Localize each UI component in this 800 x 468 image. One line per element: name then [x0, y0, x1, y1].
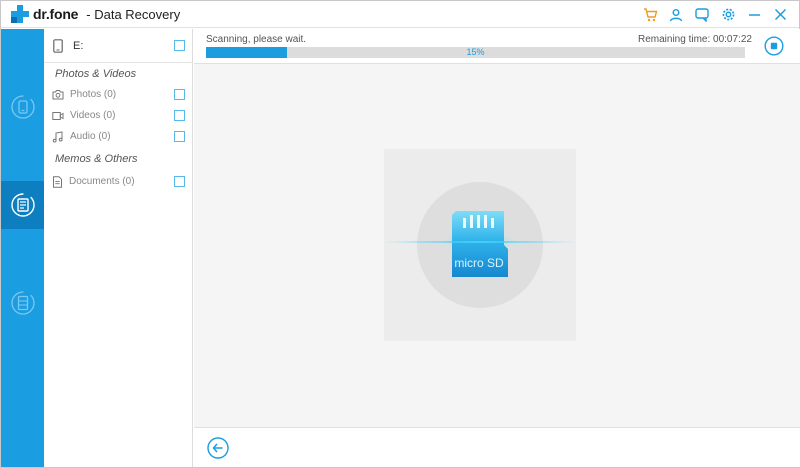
- section-title-memos-others: Memos & Others: [55, 153, 138, 165]
- rail-item-drive-recovery[interactable]: [1, 279, 44, 327]
- stop-scan-button[interactable]: [764, 36, 784, 56]
- photos-checkbox[interactable]: [174, 89, 185, 100]
- category-item-videos[interactable]: Videos (0): [44, 105, 192, 126]
- scan-line: [384, 241, 576, 243]
- close-icon: [774, 8, 786, 21]
- audio-checkbox[interactable]: [174, 131, 185, 142]
- category-label: Audio (0): [70, 131, 111, 142]
- phone-recover-icon: [10, 95, 35, 119]
- category-label: Documents (0): [69, 176, 135, 187]
- video-icon: [52, 111, 64, 120]
- close-button[interactable]: [767, 2, 793, 28]
- camera-icon: [52, 90, 64, 100]
- cart-button[interactable]: [637, 2, 663, 28]
- progress-track: 15%: [206, 47, 745, 58]
- minimize-icon: [748, 14, 760, 16]
- scan-progress-bar-area: Scanning, please wait. Remaining time: 0…: [194, 29, 800, 64]
- minimize-button[interactable]: [741, 2, 767, 28]
- drive-recover-icon: [10, 291, 35, 315]
- bottom-bar: [194, 427, 800, 467]
- feedback-icon: [695, 7, 709, 22]
- drfone-plus-icon: [11, 5, 29, 23]
- documents-checkbox[interactable]: [174, 176, 185, 187]
- progress-percent: 15%: [466, 47, 485, 57]
- cart-icon: [643, 7, 657, 21]
- category-label: Photos (0): [70, 89, 117, 100]
- drive-row[interactable]: E:: [44, 29, 192, 63]
- phone-icon: [53, 38, 63, 53]
- brand-name: dr.fone: [33, 6, 79, 22]
- app-title: - Data Recovery: [86, 6, 181, 22]
- microsd-card-icon: micro SD: [452, 211, 508, 277]
- remaining-time: Remaining time: 00:07:22: [638, 34, 752, 45]
- settings-icon: [722, 8, 734, 21]
- card-label: micro SD: [454, 256, 504, 270]
- stop-icon: [764, 36, 784, 56]
- category-panel: E: Photos & Videos Photos (0) Videos (0): [44, 29, 193, 467]
- rail-item-phone-recovery[interactable]: [1, 83, 44, 131]
- category-label: Videos (0): [70, 110, 116, 121]
- back-arrow-icon: [207, 437, 229, 459]
- document-icon: [53, 175, 62, 188]
- mode-rail: [1, 29, 44, 467]
- back-button[interactable]: [207, 437, 229, 459]
- app-window: dr.fone - Data Recovery E: Photos & Vide…: [0, 0, 800, 468]
- user-icon: [669, 8, 683, 21]
- videos-checkbox[interactable]: [174, 110, 185, 121]
- scan-illustration: micro SD: [384, 149, 576, 341]
- music-icon: [52, 130, 63, 143]
- drive-checkbox[interactable]: [174, 40, 185, 51]
- section-title-photos-videos: Photos & Videos: [55, 68, 137, 80]
- rail-item-storage-recovery[interactable]: [1, 181, 44, 229]
- scan-main-area: Scanning, please wait. Remaining time: 0…: [194, 29, 800, 467]
- storage-recover-icon: [10, 193, 35, 217]
- settings-button[interactable]: [715, 2, 741, 28]
- title-bar: dr.fone - Data Recovery: [1, 1, 799, 28]
- title-actions: [637, 1, 793, 28]
- scan-status-text: Scanning, please wait.: [206, 34, 307, 45]
- drive-label: E:: [73, 39, 84, 52]
- app-logo: dr.fone: [11, 5, 78, 23]
- account-button[interactable]: [663, 2, 689, 28]
- feedback-button[interactable]: [689, 2, 715, 28]
- category-item-documents[interactable]: Documents (0): [44, 171, 192, 192]
- category-item-audio[interactable]: Audio (0): [44, 126, 192, 147]
- category-item-photos[interactable]: Photos (0): [44, 84, 192, 105]
